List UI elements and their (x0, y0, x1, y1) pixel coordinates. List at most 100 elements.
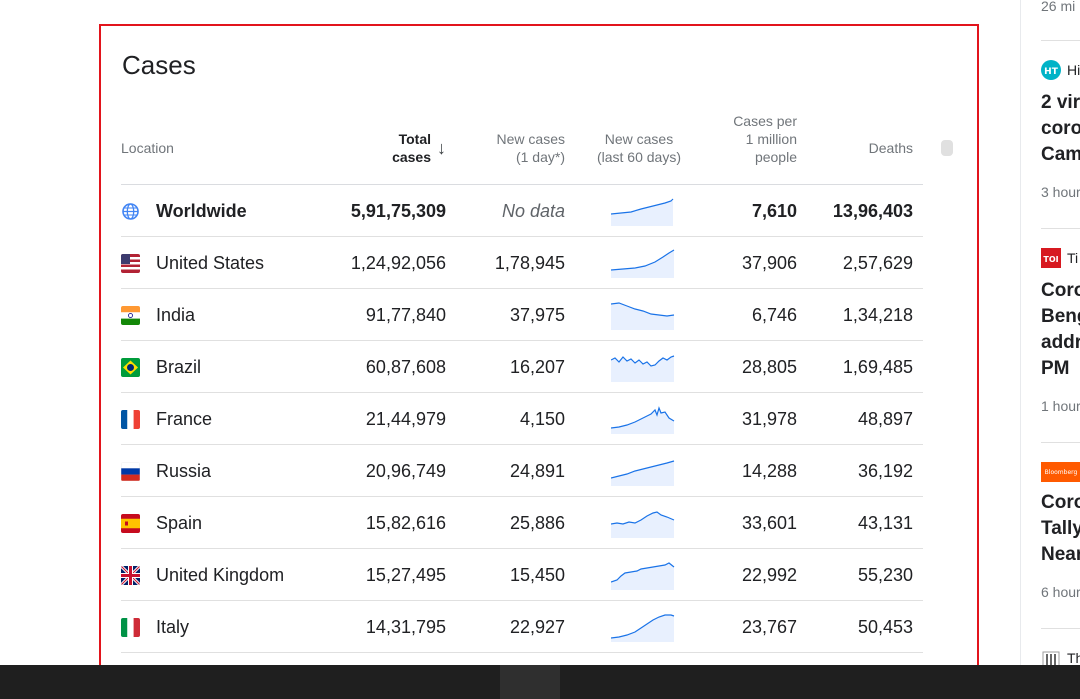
flag-spain-icon (121, 514, 140, 533)
arrow-down-icon: ↓ (437, 138, 446, 158)
header-new-cases-60-days: New cases (last 60 days) (596, 131, 681, 165)
table-row[interactable]: Spain 15,82,616 25,886 33,601 43,131 (121, 496, 923, 548)
sparkline-chart (611, 249, 675, 278)
news-source[interactable]: TOI Ti (1041, 248, 1078, 268)
panel-title: Cases (122, 50, 196, 80)
table-row[interactable]: France 21,44,979 4,150 31,978 48,897 (121, 392, 923, 444)
table-row[interactable]: Russia 20,96,749 24,891 14,288 36,192 (121, 444, 923, 496)
cases-per-million-cell: 37,906 (741, 253, 797, 273)
location-name: Worldwide (156, 201, 247, 221)
new-cases-cell: 24,891 (509, 461, 565, 481)
news-headline[interactable]: Coro Beng addre PM (1041, 278, 1080, 382)
news-source[interactable]: HT Hi (1041, 60, 1080, 80)
location-name: Russia (156, 461, 212, 481)
news-time: 6 hour (1041, 584, 1080, 600)
location-name: Italy (156, 617, 190, 637)
deaths-cell: 2,57,629 (842, 253, 913, 273)
cases-per-million-cell: 22,992 (741, 565, 797, 585)
news-headline[interactable]: 2 viru coror Cam (1041, 90, 1080, 168)
sparkline-chart (611, 614, 675, 642)
cases-per-million-cell: 7,610 (751, 201, 797, 221)
header-total-cases[interactable]: Total cases ↓ (392, 130, 446, 166)
new-cases-cell: 22,927 (509, 617, 565, 637)
table-row[interactable]: Italy 14,31,795 22,927 23,767 50,453 (121, 600, 923, 652)
sparkline-chart (611, 302, 675, 330)
new-cases-cell: 37,975 (509, 305, 565, 325)
deaths-cell: 13,96,403 (832, 201, 913, 221)
header-location: Location (121, 140, 174, 156)
location-name: France (156, 409, 213, 429)
news-time: 3 hour (1041, 184, 1080, 200)
header-deaths[interactable]: Deaths (869, 139, 913, 157)
hindustan-times-logo-icon: HT (1041, 60, 1061, 80)
new-cases-cell: 15,450 (509, 565, 565, 585)
cases-per-million-cell: 23,767 (741, 617, 797, 637)
scrollbar-thumb[interactable] (941, 140, 953, 156)
cases-per-million-cell: 6,746 (751, 305, 797, 325)
new-cases-cell: No data (501, 201, 565, 221)
table-row[interactable]: Worldwide 5,91,75,309 No data 7,610 13,9… (121, 184, 923, 236)
location-name: United Kingdom (156, 565, 285, 585)
deaths-cell: 55,230 (857, 565, 913, 585)
news-source[interactable]: Bloomberg (1041, 462, 1080, 482)
flag-brazil-icon (121, 358, 140, 377)
header-new-cases[interactable]: New cases (1 day*) (497, 130, 565, 166)
new-cases-cell: 1,78,945 (494, 253, 565, 273)
cases-per-million-cell: 31,978 (741, 409, 797, 429)
total-cases-cell: 60,87,608 (365, 357, 446, 377)
total-cases-cell: 20,96,749 (365, 461, 446, 481)
sparkline-chart (611, 562, 675, 590)
total-cases-cell: 21,44,979 (365, 409, 446, 429)
svg-text:TOI: TOI (1043, 255, 1058, 264)
header-total-cases-label: Total cases (392, 131, 431, 165)
flag-india-icon (121, 306, 140, 325)
total-cases-cell: 91,77,840 (365, 305, 446, 325)
svg-text:HT: HT (1044, 67, 1059, 77)
taskbar-item[interactable] (500, 665, 560, 699)
sparkline-chart (611, 511, 675, 538)
total-cases-cell: 1,24,92,056 (350, 253, 446, 273)
cases-per-million-cell: 28,805 (741, 357, 797, 377)
flag-russia-icon (121, 462, 140, 481)
deaths-cell: 1,34,218 (842, 305, 913, 325)
news-separator (1041, 628, 1080, 629)
deaths-cell: 43,131 (857, 513, 913, 533)
location-name: Brazil (156, 357, 202, 377)
new-cases-cell: 25,886 (509, 513, 565, 533)
news-separator (1041, 40, 1080, 41)
news-source-name: Th (1067, 650, 1080, 665)
total-cases-cell: 15,27,495 (365, 565, 446, 585)
news-source-name: Ti (1067, 250, 1079, 266)
total-cases-cell: 14,31,795 (365, 617, 446, 637)
header-cases-per-million[interactable]: Cases per 1 million people (733, 112, 797, 166)
taskbar (0, 665, 1080, 699)
cases-per-million-cell: 33,601 (741, 513, 797, 533)
flag-italy-icon (121, 618, 140, 637)
news-column: 26 mi HT Hi 2 viru coror Cam 3 hour TOI Ti… (1041, 0, 1080, 665)
deaths-cell: 48,897 (857, 409, 913, 429)
news-separator (1041, 442, 1080, 443)
news-time: 1 hour (1041, 398, 1080, 414)
deaths-cell: 36,192 (857, 461, 913, 481)
cases-per-million-cell: 14,288 (741, 461, 797, 481)
news-source-name: Hi (1067, 62, 1080, 78)
deaths-cell: 1,69,485 (842, 357, 913, 377)
flag-united-kingdom-icon (121, 566, 140, 585)
table-row[interactable]: United States 1,24,92,056 1,78,945 37,90… (121, 236, 923, 288)
location-name: Spain (156, 513, 203, 533)
times-of-india-logo-icon: TOI (1041, 248, 1061, 268)
globe-icon (121, 202, 140, 221)
location-name: United States (156, 253, 265, 273)
news-headline[interactable]: Coro Tally Near (1041, 490, 1080, 568)
location-name: India (156, 305, 196, 325)
news-source[interactable]: Th (1041, 648, 1080, 665)
table-row[interactable]: United Kingdom 15,27,495 15,450 22,992 5… (121, 548, 923, 600)
table-row[interactable]: Brazil 60,87,608 16,207 28,805 1,69,485 (121, 340, 923, 392)
bloomberg-logo-icon: Bloomberg (1041, 462, 1080, 482)
table-row[interactable]: India 91,77,840 37,975 6,746 1,34,218 (121, 288, 923, 340)
svg-text:Bloomberg: Bloomberg (1045, 469, 1078, 476)
sparkline-chart (611, 460, 675, 486)
deaths-cell: 50,453 (857, 617, 913, 637)
new-cases-cell: 16,207 (509, 357, 565, 377)
news-separator (1041, 228, 1080, 229)
